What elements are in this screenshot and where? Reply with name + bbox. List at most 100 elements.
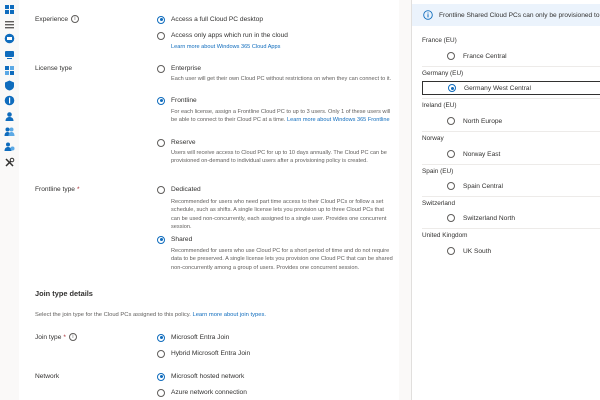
cloud-pc-icon[interactable] [4, 33, 15, 44]
site-label: France Central [463, 52, 507, 60]
experience-option-full-desktop[interactable]: Access a full Cloud PC desktop [157, 14, 263, 25]
experience-label: Experience i [35, 15, 79, 23]
frontline-option-shared[interactable]: Shared [157, 234, 192, 245]
divider [422, 164, 600, 165]
divider [422, 66, 600, 67]
radio-unselected-icon[interactable] [447, 150, 455, 158]
site-option-north-europe[interactable]: North Europe [422, 114, 600, 128]
radio-selected-icon[interactable] [157, 15, 165, 24]
learn-more-cloud-apps-link[interactable]: Learn more about Windows 365 Cloud Apps [171, 44, 280, 50]
join-type-label: Join type * i [35, 333, 77, 341]
list-icon[interactable] [4, 19, 15, 30]
frontline-description: For each license, assign a Frontline Clo… [171, 109, 391, 124]
frontline-type-label: Frontline type * [35, 186, 80, 193]
option-label: Hybrid Microsoft Entra Join [171, 350, 251, 357]
site-label: Spain Central [463, 182, 503, 190]
radio-selected-icon[interactable] [157, 372, 165, 381]
dedicated-description: Recommended for users who need part time… [171, 199, 387, 230]
site-option-switzerland-north[interactable]: Switzerland North [422, 211, 600, 225]
devices-icon[interactable] [4, 49, 15, 60]
divider [422, 98, 600, 99]
radio-unselected-icon[interactable] [157, 31, 165, 40]
radio-unselected-icon[interactable] [157, 185, 165, 194]
divider [422, 131, 600, 132]
site-label: UK South [463, 247, 492, 255]
join-option-entra-join[interactable]: Microsoft Entra Join [157, 332, 229, 343]
option-label: Enterprise [171, 65, 202, 72]
option-label: Microsoft Entra Join [171, 334, 230, 341]
site-label: Germany West Central [464, 84, 531, 92]
option-label: Frontline [171, 97, 197, 104]
region-label: Spain (EU) [422, 168, 454, 175]
site-label: Switzerland North [463, 214, 516, 222]
groups-icon[interactable] [4, 126, 15, 137]
radio-unselected-icon[interactable] [157, 349, 165, 358]
required-asterisk: * [63, 333, 66, 341]
option-label: Reserve [171, 139, 196, 146]
radio-selected-icon[interactable] [157, 333, 165, 342]
join-option-hybrid-entra-join[interactable]: Hybrid Microsoft Entra Join [157, 348, 250, 359]
option-label: Access a full Cloud PC desktop [171, 16, 263, 23]
site-option-france-central[interactable]: France Central [422, 49, 600, 63]
users-icon[interactable] [4, 111, 15, 122]
frontline-option-dedicated[interactable]: Dedicated [157, 184, 201, 195]
region-label: United Kingdom [422, 232, 468, 239]
option-label: Azure network connection [171, 389, 247, 396]
radio-unselected-icon[interactable] [447, 247, 455, 255]
join-type-details-title: Join type details [35, 289, 93, 298]
license-option-reserve[interactable]: Reserve [157, 137, 196, 148]
info-icon[interactable]: i [71, 15, 79, 23]
license-type-label: License type [35, 65, 73, 72]
site-option-spain-central[interactable]: Spain Central [422, 179, 600, 193]
site-option-uk-south[interactable]: UK South [422, 244, 600, 258]
info-icon [423, 10, 433, 20]
endpoint-security-icon[interactable] [4, 80, 15, 91]
reserve-description: Users will receive access to Cloud PC fo… [171, 150, 387, 165]
apps-icon[interactable] [4, 65, 15, 76]
info-icon[interactable]: i [68, 333, 77, 341]
region-label: France (EU) [422, 37, 457, 44]
radio-selected-icon[interactable] [157, 96, 165, 105]
radio-unselected-icon[interactable] [447, 182, 455, 190]
troubleshooting-icon[interactable] [4, 157, 15, 168]
option-label: Dedicated [171, 186, 201, 193]
license-option-frontline[interactable]: Frontline [157, 95, 197, 106]
site-option-germany-west-central[interactable]: Germany West Central [422, 81, 600, 95]
region-label: Norway [422, 135, 444, 142]
learn-more-frontline-link[interactable]: Learn more about Windows 365 Frontline [287, 117, 390, 123]
divider [422, 228, 600, 229]
join-type-details-description: Select the join type for the Cloud PCs a… [35, 312, 266, 318]
required-asterisk: * [76, 186, 80, 193]
option-label: Shared [171, 236, 193, 243]
region-label: Germany (EU) [422, 70, 464, 77]
grid-icon[interactable] [4, 4, 15, 15]
region-selection-panel: Frontline Shared Cloud PCs can only be p… [411, 0, 600, 400]
learn-more-join-types-link[interactable]: Learn more about join types. [192, 312, 265, 318]
region-label: Ireland (EU) [422, 102, 457, 109]
radio-unselected-icon[interactable] [157, 138, 165, 147]
provisioning-policy-form: Experience i Access a full Cloud PC deskt… [19, 0, 399, 400]
radio-selected-icon[interactable] [157, 235, 165, 244]
network-option-azure-network-connection[interactable]: Azure network connection [157, 387, 247, 398]
radio-selected-icon[interactable] [448, 84, 456, 92]
radio-unselected-icon[interactable] [447, 52, 455, 60]
radio-unselected-icon[interactable] [157, 64, 165, 73]
license-option-enterprise[interactable]: Enterprise [157, 63, 201, 74]
radio-unselected-icon[interactable] [447, 117, 455, 125]
network-option-microsoft-hosted[interactable]: Microsoft hosted network [157, 371, 244, 382]
option-label: Access only apps which run in the cloud [171, 32, 288, 39]
enterprise-description: Each user will get their own Cloud PC wi… [171, 76, 392, 82]
radio-unselected-icon[interactable] [157, 388, 165, 397]
info-banner: Frontline Shared Cloud PCs can only be p… [412, 4, 600, 26]
shared-description: Recommended for users who use Cloud PC f… [171, 248, 393, 271]
radio-unselected-icon[interactable] [447, 214, 455, 222]
experience-option-cloud-apps[interactable]: Access only apps which run in the cloud [157, 30, 288, 41]
network-label: Network [35, 373, 60, 380]
option-label: Microsoft hosted network [171, 373, 245, 380]
site-label: Norway East [463, 150, 501, 158]
banner-text: Frontline Shared Cloud PCs can only be p… [439, 11, 600, 19]
tenant-admin-icon[interactable] [4, 141, 15, 152]
reports-icon[interactable] [4, 95, 15, 106]
site-option-norway-east[interactable]: Norway East [422, 147, 600, 161]
left-nav-rail [0, 0, 20, 400]
